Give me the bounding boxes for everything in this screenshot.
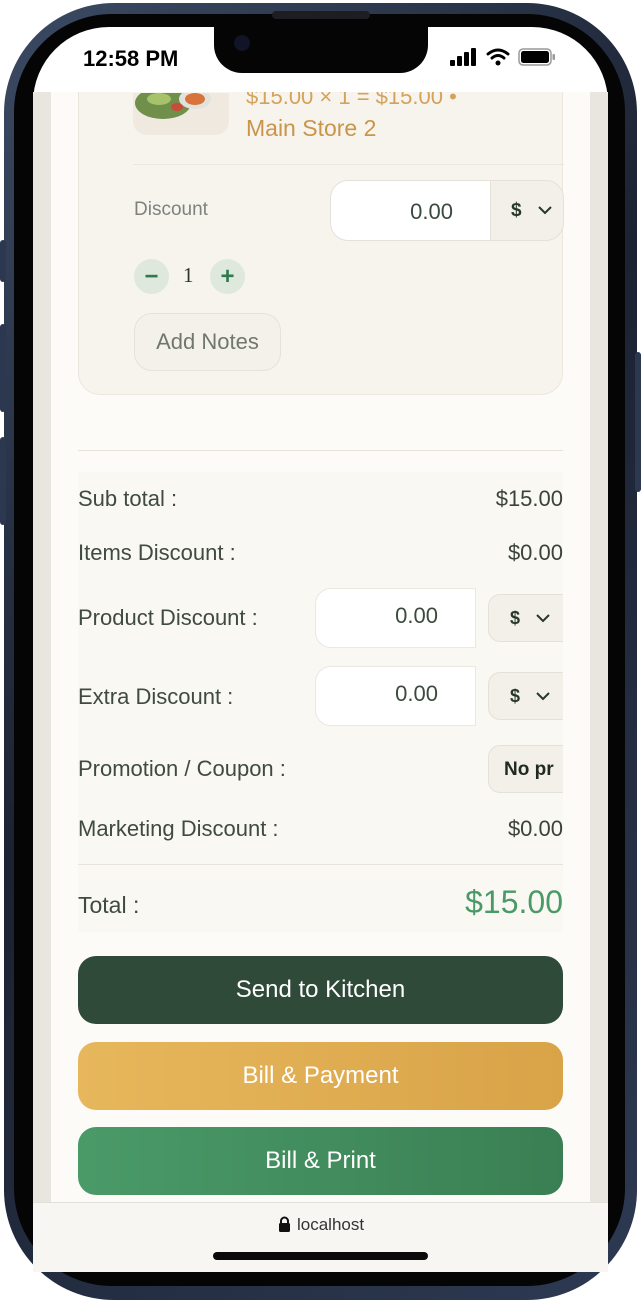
home-indicator[interactable] [213, 1252, 428, 1260]
item-discount-label: Discount [134, 199, 208, 220]
order-panel: $15.00 × 1 = $15.00 • Main Store 2 Disco… [51, 92, 590, 1202]
action-button [0, 240, 6, 282]
add-notes-button[interactable]: Add Notes [134, 313, 281, 371]
quantity-decrease-button[interactable]: − [134, 259, 169, 294]
items-discount-value: $0.00 [507, 540, 563, 565]
cart-item-card: $15.00 × 1 = $15.00 • Main Store 2 Disco… [78, 92, 564, 395]
extra-discount-input[interactable]: 0.00 [315, 666, 476, 726]
discount-type-value: $ [511, 199, 522, 221]
speaker-grille [272, 11, 370, 19]
volume-up-button [0, 324, 6, 412]
subtotal-label: Sub total : [78, 486, 178, 511]
store-name: Main Store 2 [246, 115, 377, 141]
chevron-down-icon [537, 206, 552, 215]
product-thumbnail [133, 93, 229, 135]
product-discount-type-value: $ [510, 607, 521, 628]
cellular-signal-icon [450, 48, 476, 66]
browser-url-bar [33, 1202, 608, 1272]
volume-down-button [0, 437, 6, 525]
quantity-value: 1 [183, 263, 194, 287]
section-divider [78, 450, 563, 451]
chevron-down-icon [536, 613, 550, 622]
extra-discount-type-select[interactable]: $ [488, 672, 563, 720]
chevron-down-icon [536, 691, 550, 700]
product-discount-type-select[interactable]: $ [488, 594, 563, 642]
notch [214, 27, 428, 73]
total-divider [78, 864, 563, 865]
item-discount-input[interactable]: 0.00 [330, 180, 491, 241]
marketing-discount-value: $0.00 [507, 816, 563, 841]
power-button [635, 352, 641, 492]
status-icons [450, 48, 556, 66]
food-image-icon [133, 93, 229, 135]
bill-print-button[interactable]: Bill & Print [78, 1127, 563, 1195]
total-value: $15.00 [465, 884, 563, 920]
extra-discount-type-value: $ [510, 685, 521, 706]
battery-icon [518, 48, 555, 66]
product-discount-input[interactable]: 0.00 [315, 588, 476, 648]
browser-url[interactable]: localhost [297, 1215, 364, 1235]
product-discount-label: Product Discount : [78, 605, 258, 630]
item-discount-type-select[interactable]: $ [490, 180, 564, 241]
lock-icon [279, 1216, 290, 1232]
send-to-kitchen-button[interactable]: Send to Kitchen [78, 956, 563, 1024]
web-content: $15.00 × 1 = $15.00 • Main Store 2 Disco… [33, 92, 608, 1202]
line-price: $15.00 × 1 = $15.00 • [246, 92, 457, 109]
promotion-select[interactable]: No pr [488, 745, 563, 793]
card-divider [133, 164, 564, 165]
status-time: 12:58 PM [83, 46, 179, 71]
quantity-increase-button[interactable]: + [210, 259, 245, 294]
total-label: Total : [78, 892, 140, 918]
promotion-label: Promotion / Coupon : [78, 756, 286, 781]
front-camera [234, 35, 250, 51]
extra-discount-label: Extra Discount : [78, 684, 234, 709]
wifi-icon [486, 48, 510, 66]
items-discount-label: Items Discount : [78, 540, 236, 565]
bill-payment-button[interactable]: Bill & Payment [78, 1042, 563, 1110]
marketing-discount-label: Marketing Discount : [78, 816, 279, 841]
subtotal-value: $15.00 [495, 486, 563, 511]
order-summary: Sub total : $15.00 Items Discount : $0.0… [78, 472, 563, 932]
